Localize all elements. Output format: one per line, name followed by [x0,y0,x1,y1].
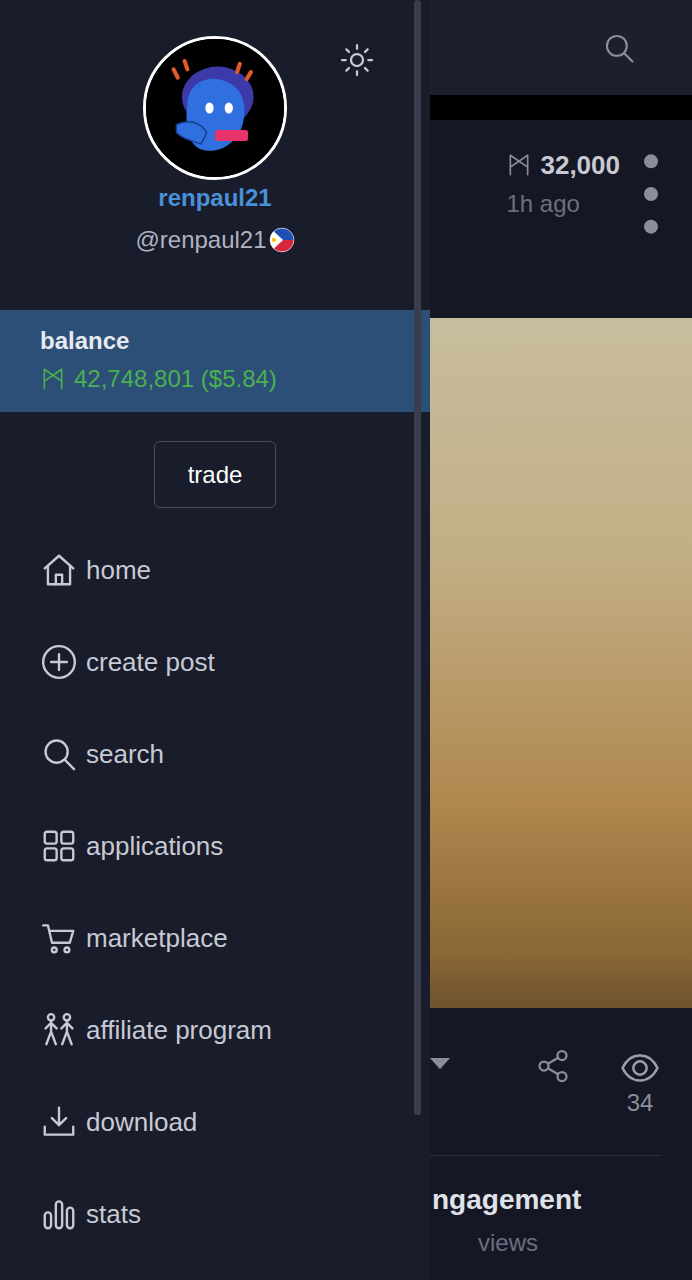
menu-item[interactable]: applications [0,800,430,892]
drawer-menu: home create post search applications marketp… [0,524,430,1260]
philippines-flag-icon [269,227,295,253]
balance-value: 42,748,801 ($5.84) [74,364,277,394]
menu-label: search [86,735,164,774]
stats-icon [40,1195,78,1233]
more-icon[interactable] [644,152,658,236]
views-counter: 34 [615,1048,665,1118]
applications-icon [40,827,78,865]
menu-label: download [86,1103,197,1142]
side-drawer: renpaul21 @renpaul21 balance 42,748,801 ($5… [0,0,430,1280]
avatar-area [0,0,430,180]
menu-item[interactable]: marketplace [0,892,430,984]
balance-label: balance [40,326,414,356]
theme-sun-icon[interactable] [339,42,375,78]
handle-row: @renpaul21 [0,225,430,255]
currency-icon [40,366,66,392]
amount-text: 32,000 [540,148,620,182]
post-reward: 32,000 1h ago [506,148,620,220]
balance-amount: 42,748,801 ($5.84) [40,364,414,394]
cart-icon [40,919,78,957]
menu-item[interactable]: search [0,708,430,800]
menu-item[interactable]: create post [0,616,430,708]
search-icon [40,735,78,773]
scrollbar[interactable] [414,0,421,1115]
currency-icon [506,152,532,178]
menu-item[interactable]: download [0,1076,430,1168]
menu-label: marketplace [86,919,228,958]
share-icon[interactable] [535,1048,571,1084]
balance-panel[interactable]: balance 42,748,801 ($5.84) [0,310,430,412]
create-post-icon [40,643,78,681]
post-time: 1h ago [506,188,620,220]
menu-item[interactable]: stats [0,1168,430,1260]
download-icon [40,1103,78,1141]
menu-label: stats [86,1195,141,1234]
search-icon[interactable] [602,31,636,65]
menu-label: applications [86,827,223,866]
display-name[interactable]: renpaul21 [0,183,430,213]
eye-icon [616,1048,664,1088]
handle: @renpaul21 [135,225,266,255]
people-icon [40,1011,78,1049]
home-icon [40,551,78,589]
menu-label: home [86,551,151,590]
post-amount: 32,000 [506,148,620,182]
views-count: 34 [627,1088,654,1118]
menu-item[interactable]: home [0,524,430,616]
trade-button[interactable]: trade [154,441,276,508]
trade-area: trade [0,412,430,508]
menu-item[interactable]: affiliate program [0,984,430,1076]
menu-label: affiliate program [86,1011,272,1050]
avatar-icon[interactable] [143,36,287,180]
menu-label: create post [86,643,215,682]
